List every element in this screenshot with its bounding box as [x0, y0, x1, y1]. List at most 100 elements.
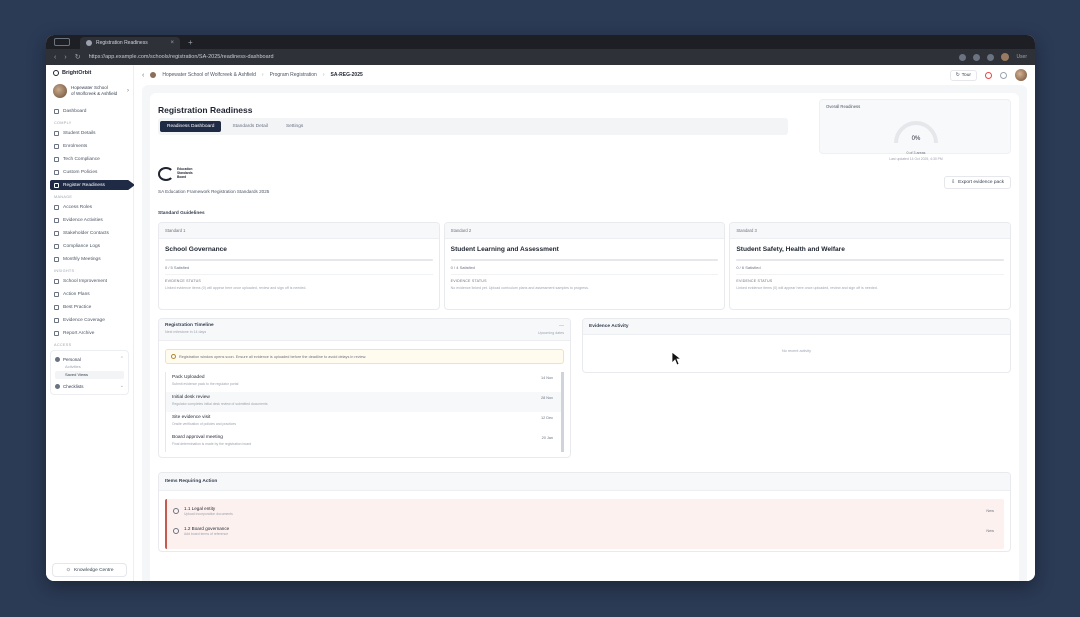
- brand[interactable]: BrightOrbit: [50, 70, 129, 76]
- sidebar-item-action-plans[interactable]: Action Plans: [50, 289, 129, 299]
- timeline-item-desc: Submit evidence pack to the regulator po…: [172, 382, 239, 386]
- new-tab-icon[interactable]: +: [188, 38, 193, 47]
- close-tab-icon[interactable]: ×: [170, 40, 174, 46]
- profile-label: User: [1016, 54, 1027, 60]
- content-area: Registration Readiness Readiness Dashboa…: [142, 85, 1027, 581]
- reload-icon[interactable]: ↻: [75, 53, 81, 61]
- timeline-item[interactable]: Board approval meeting Final determinati…: [166, 432, 561, 452]
- browser-tab-bar: Registration Readiness × +: [46, 35, 1035, 49]
- group-label: Personal: [63, 356, 81, 362]
- profile-avatar-icon[interactable]: [1001, 53, 1010, 61]
- browser-tab[interactable]: Registration Readiness ×: [80, 37, 180, 49]
- sidebar-item-student-details[interactable]: Student Details: [50, 128, 129, 138]
- action-item-sub: Upload incorporation documents: [184, 512, 233, 516]
- sidebar-item-dashboard[interactable]: Dashboard: [50, 106, 129, 116]
- brand-name: BrightOrbit: [62, 70, 92, 76]
- gauge-updated: Last updated 14 Oct 2025, 4:30 PM: [889, 157, 943, 161]
- sidebar-item-label: School Improvement: [63, 278, 107, 284]
- timeline-item[interactable]: Initial desk review Regulator completes …: [166, 392, 561, 412]
- sidebar-item-enrolments[interactable]: Enrolments: [50, 141, 129, 151]
- back-icon[interactable]: ‹: [54, 54, 56, 61]
- tab-standards-detail[interactable]: Standards Detail: [225, 121, 274, 132]
- key-icon: [54, 204, 59, 210]
- favicon-icon: [86, 40, 92, 46]
- tab-settings[interactable]: Settings: [279, 121, 310, 132]
- timeline-item-desc: Regulator completes initial desk review …: [172, 402, 268, 406]
- bookmark-icon[interactable]: [973, 53, 981, 61]
- standards-grid: Standard 1 School Governance 0 / 5 Satis…: [158, 222, 1012, 310]
- group-personal[interactable]: Personal ⌃: [55, 355, 124, 363]
- document-icon: [54, 169, 59, 175]
- sidebar-item-report-archive[interactable]: Report Archive: [50, 328, 129, 338]
- timeline-item-label: Board approval meeting: [172, 435, 223, 440]
- browser-window: Registration Readiness × + ‹ › ↻ https:/…: [46, 35, 1035, 581]
- alert-circle-icon: [173, 508, 179, 514]
- timeline-item-label: Initial desk review: [172, 395, 210, 400]
- collapse-icon[interactable]: —: [559, 323, 564, 329]
- group-subitem[interactable]: Activities: [55, 363, 124, 371]
- sidebar-section-title: MANAGE: [54, 195, 73, 199]
- standard-card[interactable]: Standard 2 Student Learning and Assessme…: [443, 222, 726, 310]
- org-avatar: [53, 84, 67, 98]
- sidebar: BrightOrbit Hopewater School of Wolfcree…: [46, 65, 135, 581]
- sidebar-item-school-improvement[interactable]: School Improvement: [50, 276, 129, 286]
- group-checklists[interactable]: Checklists ⌄: [55, 382, 124, 390]
- sidebar-item-best-practice[interactable]: Best Practice: [50, 302, 129, 312]
- chevron-down-icon: ⌄: [119, 383, 124, 389]
- info-icon: [171, 354, 176, 359]
- standard-card[interactable]: Standard 3 Student Safety, Health and We…: [729, 222, 1012, 310]
- breadcrumb-org[interactable]: Hopewater School of Wolfcreek & Ashfield: [162, 72, 256, 78]
- org-switcher[interactable]: Hopewater School of Wolfcreek & Ashfield…: [50, 84, 129, 98]
- sidebar-item-access-roles[interactable]: Access Roles: [50, 202, 129, 212]
- action-item-sub: Add board terms of reference: [184, 532, 229, 536]
- tab-readiness-dashboard[interactable]: Readiness Dashboard: [160, 121, 222, 132]
- breadcrumb-program[interactable]: Program Registration: [270, 72, 317, 78]
- chevron-up-icon: ⌃: [119, 356, 124, 362]
- standard-code: Standard 3: [730, 223, 1011, 239]
- tour-button[interactable]: ↻ Tour: [949, 69, 977, 81]
- person-icon: [55, 356, 60, 362]
- collapse-sidebar-icon[interactable]: ‹: [142, 72, 144, 79]
- checklist-icon: [55, 383, 60, 389]
- notification-icon[interactable]: [985, 71, 992, 79]
- extension-icon[interactable]: [959, 53, 967, 61]
- standard-code: Standard 1: [159, 223, 439, 239]
- activity-icon: [54, 217, 59, 223]
- standards-section-label: Standard Guidelines: [158, 211, 205, 216]
- group-subitem[interactable]: Saved Views: [55, 371, 124, 379]
- standard-card[interactable]: Standard 1 School Governance 0 / 5 Satis…: [158, 222, 440, 310]
- help-icon[interactable]: [1000, 71, 1007, 79]
- action-item[interactable]: 1.2 Board governance Add board terms of …: [167, 521, 1004, 541]
- action-item[interactable]: 1.1 Legal entity Upload incorporation do…: [167, 501, 1004, 521]
- lightbulb-icon: ☼: [65, 567, 72, 573]
- action-item-status: New: [986, 529, 994, 533]
- sidebar-item-custom-policies[interactable]: Custom Policies: [50, 167, 129, 177]
- readiness-panel: Registration Readiness Readiness Dashboa…: [150, 93, 1019, 581]
- refresh-icon: ↻: [955, 72, 960, 78]
- sidebar-item-evidence-coverage[interactable]: Evidence Coverage: [50, 315, 129, 325]
- sidebar-item-stakeholder-contacts[interactable]: Stakeholder Contacts: [50, 228, 129, 238]
- timeline-item[interactable]: Pack Uploaded Submit evidence pack to th…: [166, 372, 561, 392]
- overall-readiness-card: Overall Readiness 0% 0 of 3 areas Last u…: [819, 99, 1011, 161]
- regulator-logo: Education Standards Board: [158, 167, 199, 181]
- sidebar-item-tech-compliance[interactable]: Tech Compliance: [50, 154, 129, 164]
- sidebar-item-register-readiness[interactable]: Register Readiness: [50, 180, 135, 190]
- sidebar-item-monthly-meetings[interactable]: Monthly Meetings: [50, 254, 129, 264]
- standard-title: School Governance: [165, 246, 227, 253]
- timeline-item[interactable]: Site evidence visit Onsite verification …: [166, 412, 561, 432]
- timeline-item-date: 20 Jan: [541, 436, 553, 440]
- shield-icon[interactable]: [987, 53, 995, 61]
- tab-title: Registration Readiness: [96, 40, 148, 46]
- knowledge-centre-button[interactable]: ☼ Knowledge Centre: [52, 563, 127, 577]
- standard-note: Linked evidence items (0) will appear he…: [736, 286, 878, 290]
- url-field[interactable]: https://app.example.com/schools/registra…: [89, 54, 952, 60]
- forward-icon[interactable]: ›: [64, 54, 66, 61]
- sidebar-item-compliance-logs[interactable]: Compliance Logs: [50, 241, 129, 251]
- export-evidence-button[interactable]: ⇩ Export evidence pack: [944, 176, 1011, 189]
- target-icon: [54, 291, 59, 297]
- sidebar-item-evidence-activities[interactable]: Evidence Activities: [50, 215, 129, 225]
- framework-name: SA Education Framework Registration Stan…: [158, 189, 270, 194]
- breadcrumb-separator-icon: ›: [322, 72, 325, 78]
- tab-overview-icon[interactable]: [54, 38, 70, 46]
- user-avatar[interactable]: [1015, 69, 1027, 81]
